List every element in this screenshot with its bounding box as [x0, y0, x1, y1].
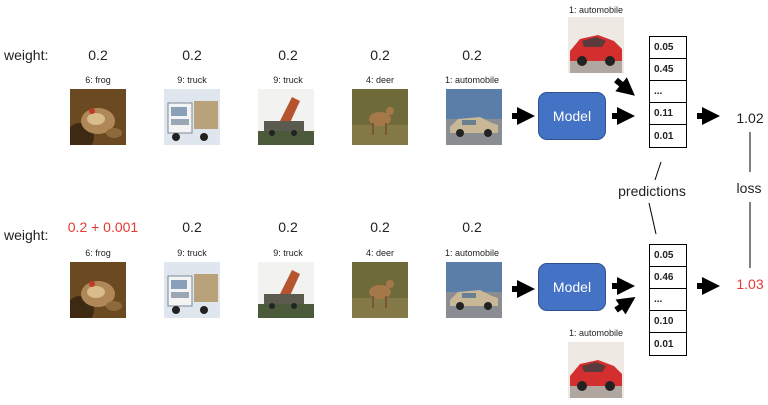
- arrow-diagonal-icon: [614, 77, 635, 96]
- connector-overlay: [512, 77, 751, 315]
- predictions-connector-top: [654, 161, 662, 181]
- arrow-diagonal-icon: [614, 297, 636, 315]
- predictions-connector-bottom: [648, 202, 657, 235]
